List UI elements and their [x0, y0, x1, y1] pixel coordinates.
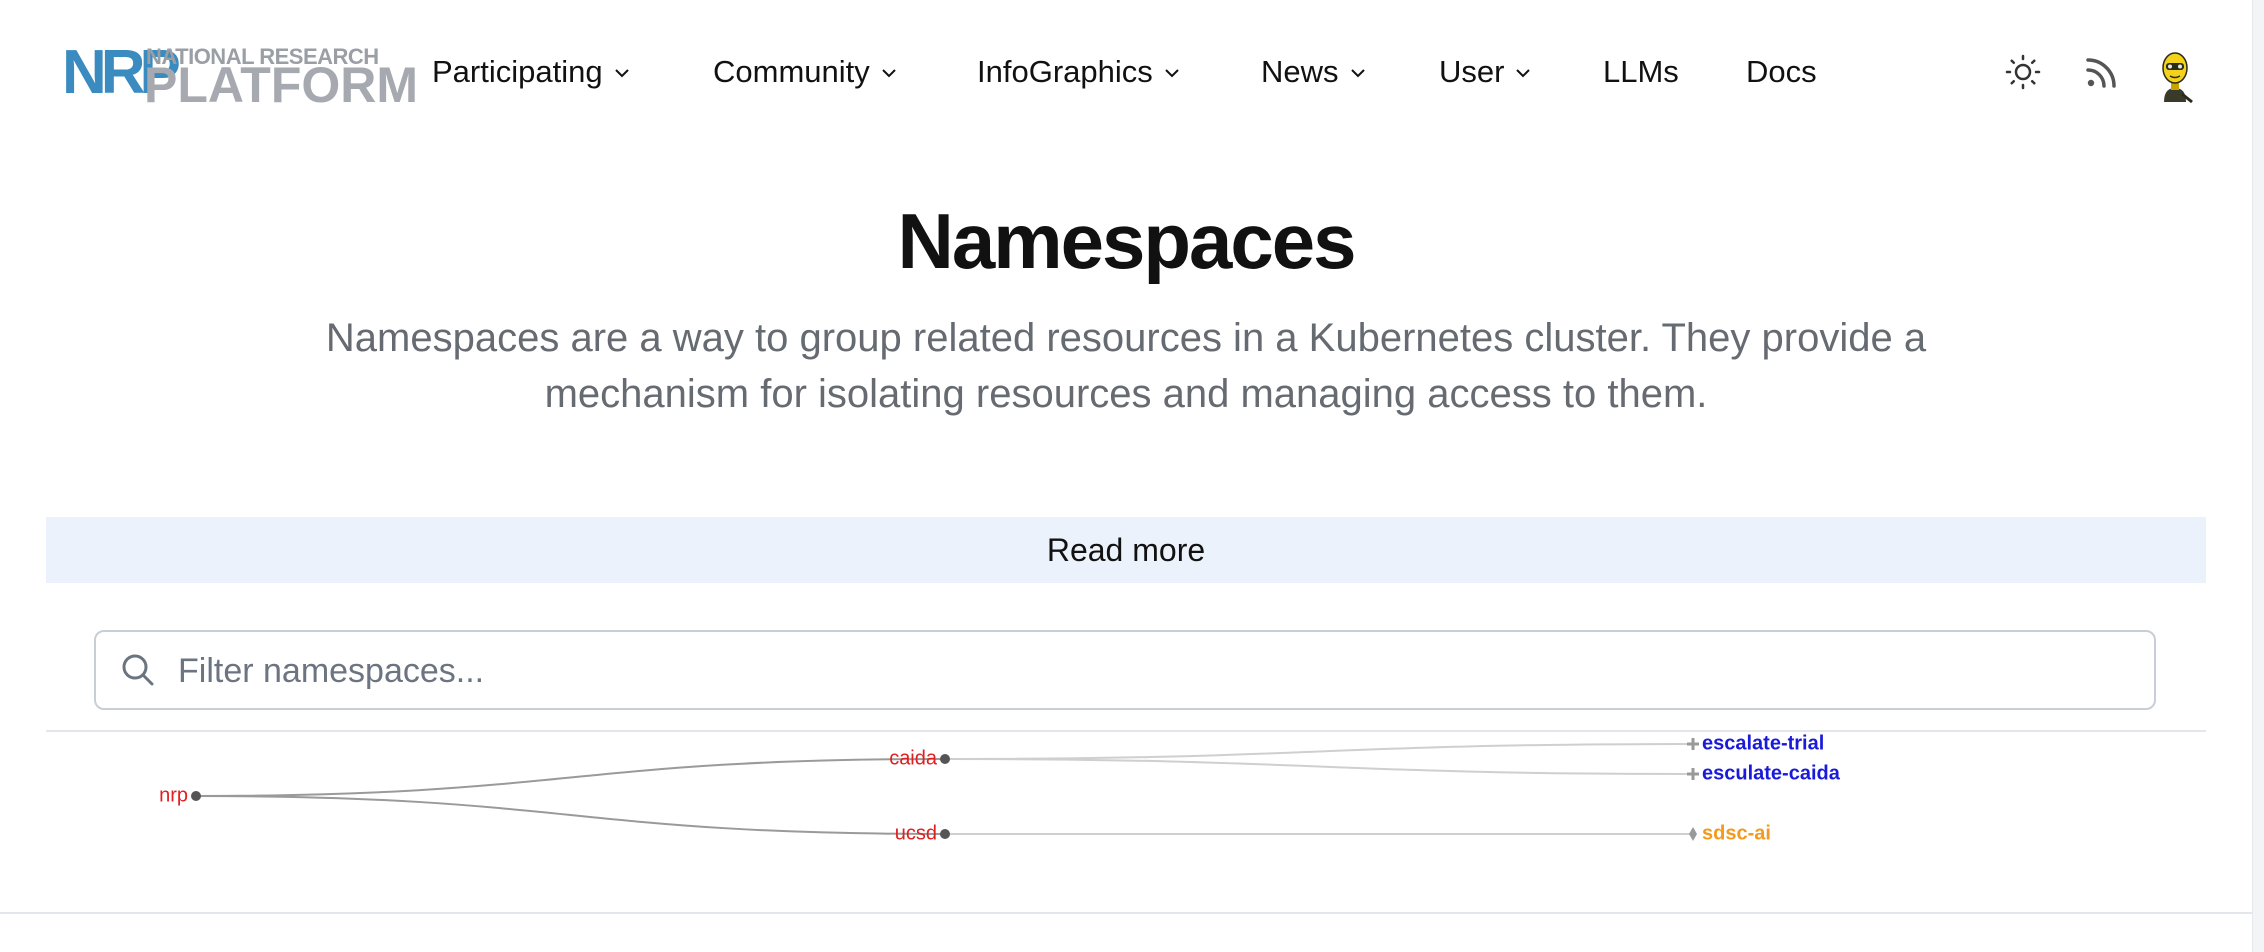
tree-node-label[interactable]: escalate-trial — [1702, 732, 1824, 754]
tree-nodes: nrp caida escalate-trial esculate-caida ucsd… — [159, 732, 1841, 844]
chevron-down-icon — [1350, 69, 1365, 78]
page-scrollbar[interactable] — [2252, 0, 2264, 952]
chevron-down-icon — [1516, 69, 1531, 78]
tree-node-label[interactable]: esculate-caida — [1702, 762, 1841, 784]
nav-docs[interactable]: Docs — [1746, 50, 1817, 94]
nav-label: User — [1439, 54, 1505, 89]
nav-label: Community — [713, 54, 870, 89]
plus-icon[interactable] — [1687, 768, 1699, 780]
namespace-filter — [94, 630, 2156, 710]
tree-node-dot[interactable] — [940, 829, 950, 839]
nrp-logo[interactable]: NRP NATIONAL RESEARCH PLATFORM — [62, 42, 418, 111]
chevron-down-icon — [614, 69, 629, 78]
theme-toggle-icon[interactable] — [2003, 52, 2043, 92]
namespace-tree: nrp caida escalate-trial esculate-caida ucsd… — [159, 732, 1841, 844]
tree-node-label[interactable]: nrp — [159, 784, 188, 806]
nav-label: InfoGraphics — [977, 54, 1153, 89]
chevron-down-icon — [1165, 69, 1179, 78]
tree-node-dot[interactable] — [191, 791, 201, 801]
read-more-button[interactable]: Read more — [46, 517, 2206, 583]
tree-link — [195, 795, 946, 835]
tree-link — [944, 758, 1694, 775]
nav-community[interactable]: Community — [713, 50, 898, 94]
tree-node-label[interactable]: ucsd — [895, 822, 937, 844]
user-avatar-icon[interactable] — [2152, 50, 2198, 106]
nav-label: Docs — [1746, 54, 1817, 89]
logo-text-line2: PLATFORM — [144, 57, 419, 113]
nav-participating[interactable]: Participating — [432, 50, 631, 94]
nav-llms[interactable]: LLMs — [1603, 50, 1679, 94]
diamond-icon[interactable] — [1689, 827, 1697, 841]
tree-node-label[interactable]: caida — [889, 747, 938, 769]
nav-user[interactable]: User — [1439, 50, 1532, 94]
nav-label: News — [1261, 54, 1339, 89]
search-icon — [122, 654, 154, 686]
page-description: Namespaces are a way to group related re… — [325, 316, 1927, 416]
rss-icon[interactable] — [2082, 52, 2122, 92]
tree-node-dot[interactable] — [940, 754, 950, 764]
chevron-down-icon — [882, 69, 896, 78]
plus-icon[interactable] — [1687, 738, 1699, 750]
search-input[interactable] — [176, 632, 2130, 710]
read-more-label: Read more — [1046, 531, 1206, 568]
nav-infographics[interactable]: InfoGraphics — [977, 50, 1181, 94]
nav-news[interactable]: News — [1261, 50, 1367, 94]
tree-link — [944, 743, 1694, 760]
tree-link — [195, 758, 946, 797]
nav-label: LLMs — [1603, 54, 1679, 89]
tree-node-label[interactable]: sdsc-ai — [1702, 822, 1771, 844]
top-navigation-bar: NRP NATIONAL RESEARCH PLATFORM Participa… — [0, 0, 2252, 140]
page-title: Namespaces — [897, 197, 1357, 285]
divider — [0, 912, 2252, 914]
nav-label: Participating — [432, 54, 603, 89]
